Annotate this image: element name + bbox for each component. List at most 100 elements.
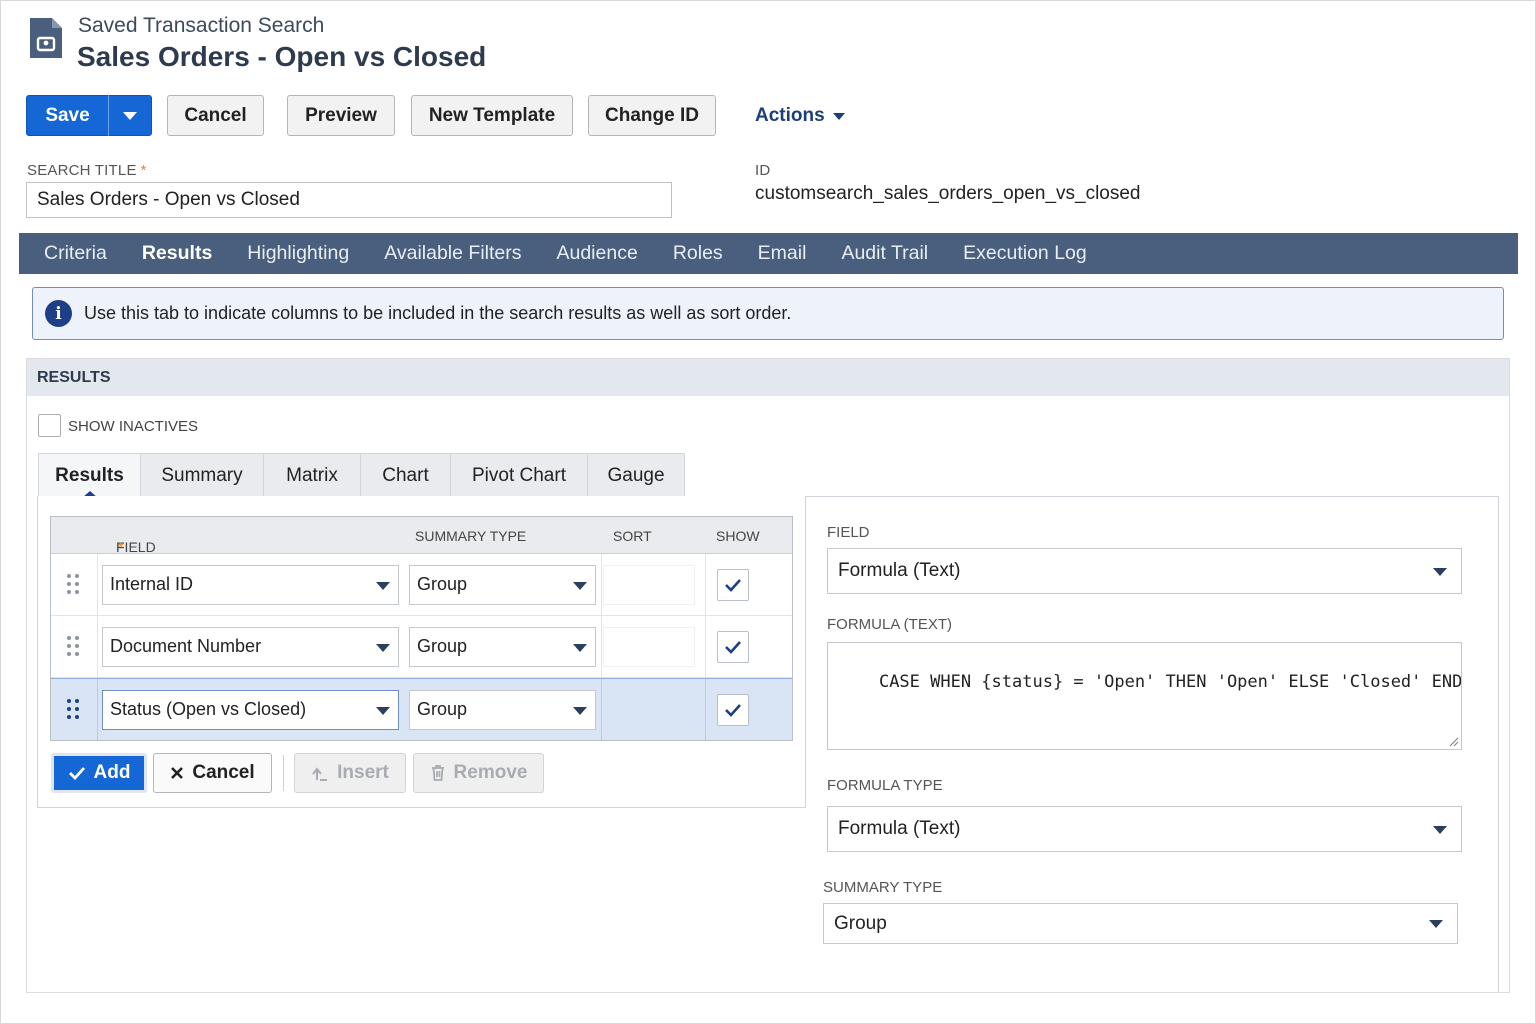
cancel-row-button-label: Cancel [192,762,255,783]
show-checkbox[interactable] [717,630,749,663]
tab-available-filters[interactable]: Available Filters [384,242,521,265]
formula-type-select[interactable]: Formula (Text) [827,806,1462,852]
tab-roles[interactable]: Roles [673,242,723,265]
chevron-down-icon [123,111,137,120]
subtab-chart[interactable]: Chart [360,453,451,497]
required-indicator: * [118,539,124,555]
cell-divider [705,554,706,615]
table-row-selected[interactable]: Status (Open vs Closed) Group [51,678,792,740]
subtab-matrix[interactable]: Matrix [263,453,361,497]
results-columns-grid: FIELD * SUMMARY TYPE SORT SHOW Internal I… [50,516,793,741]
detail-field-select[interactable]: Formula (Text) [827,548,1462,594]
required-indicator: * [140,162,147,179]
sort-field[interactable] [603,564,695,605]
field-select[interactable]: Internal ID [102,564,399,605]
detail-field-label: FIELD [827,524,870,541]
subtab-results[interactable]: Results [38,453,141,498]
save-button-label: Save [45,104,90,126]
id-value: customsearch_sales_orders_open_vs_closed [755,183,1141,204]
detail-field-select-value: Formula (Text) [838,560,961,581]
formula-text-input[interactable]: CASE WHEN {status} = 'Open' THEN 'Open' … [827,642,1462,750]
tab-audience[interactable]: Audience [556,242,637,265]
tab-criteria[interactable]: Criteria [44,242,107,265]
detail-summary-type-select[interactable]: Group [823,903,1458,944]
cell-divider [97,554,98,615]
table-row[interactable]: Document Number Group [51,616,792,678]
summary-type-select[interactable]: Group [409,564,596,605]
subtab-summary[interactable]: Summary [140,453,264,497]
chevron-down-icon [573,643,587,652]
preview-button[interactable]: Preview [287,95,395,136]
chevron-down-icon [1433,826,1447,834]
resize-handle-icon[interactable] [1447,735,1459,747]
chevron-down-icon [376,706,390,715]
checkmark-icon [68,767,85,781]
chevron-down-icon [1433,568,1447,576]
new-template-button[interactable]: New Template [411,95,573,136]
chevron-down-icon [1429,920,1443,928]
actions-menu[interactable]: Actions [755,105,845,127]
remove-row-button[interactable]: Remove [413,753,544,793]
formula-type-select-value: Formula (Text) [838,818,961,839]
tab-audit-trail[interactable]: Audit Trail [841,242,928,265]
checkmark-icon [725,640,741,654]
checkmark-icon [725,578,741,592]
cancel-button[interactable]: Cancel [167,95,264,136]
insert-row-button[interactable]: Insert [294,753,406,793]
cell-divider [97,679,98,740]
tab-highlighting[interactable]: Highlighting [247,242,349,265]
cancel-row-button[interactable]: Cancel [153,753,272,793]
drag-handle-icon[interactable] [67,573,79,596]
tab-results[interactable]: Results [142,242,212,265]
cell-divider [97,616,98,677]
drag-handle-icon[interactable] [67,635,79,658]
subtab-gauge[interactable]: Gauge [587,453,685,497]
add-row-button-label: Add [93,762,131,783]
show-checkbox[interactable] [717,693,749,726]
field-select-value: Status (Open vs Closed) [110,699,307,719]
tab-email[interactable]: Email [758,242,807,265]
formula-text-label: FORMULA (TEXT) [827,616,953,633]
chevron-down-icon [573,581,587,590]
sort-field[interactable] [603,626,695,667]
field-select[interactable]: Status (Open vs Closed) [102,689,399,730]
summary-type-select[interactable]: Group [409,689,596,730]
save-dropdown-toggle[interactable] [109,96,151,135]
saved-search-document-icon [30,18,62,58]
summary-type-select-value: Group [417,699,468,719]
insert-icon [312,767,328,781]
field-select[interactable]: Document Number [102,626,399,667]
table-row[interactable]: Internal ID Group [51,554,792,616]
close-icon [171,767,184,779]
detail-summary-type-label: SUMMARY TYPE [823,879,943,896]
search-title-input[interactable] [26,182,672,218]
record-type-subtitle: Saved Transaction Search [78,14,325,37]
insert-row-button-label: Insert [337,762,389,783]
search-title-label: SEARCH TITLE * [27,162,147,179]
show-inactives-label: SHOW INACTIVES [68,418,199,435]
trash-icon [431,765,444,781]
show-inactives-checkbox[interactable] [38,414,61,437]
cell-divider [601,679,602,740]
cell-divider [705,616,706,677]
tab-execution-log[interactable]: Execution Log [963,242,1087,265]
show-checkbox[interactable] [717,568,749,601]
chevron-down-icon [376,581,390,590]
results-section-header: RESULTS [27,359,1509,396]
drag-handle-icon[interactable] [67,698,79,721]
actions-menu-label: Actions [755,105,825,126]
chevron-down-icon [376,643,390,652]
change-id-button[interactable]: Change ID [588,95,716,136]
button-group-divider [283,755,284,791]
page-title: Sales Orders - Open vs Closed [77,41,487,72]
subtab-pivot-chart[interactable]: Pivot Chart [450,453,588,497]
grid-header: FIELD * SUMMARY TYPE SORT SHOW [51,517,792,555]
field-select-value: Document Number [110,636,262,656]
summary-type-select[interactable]: Group [409,626,596,667]
remove-row-button-label: Remove [453,762,528,783]
info-icon: i [45,300,72,327]
save-button[interactable]: Save [26,95,152,136]
detail-summary-type-select-value: Group [834,912,887,934]
add-row-button[interactable]: Add [51,753,147,793]
sort-field[interactable] [603,690,695,730]
